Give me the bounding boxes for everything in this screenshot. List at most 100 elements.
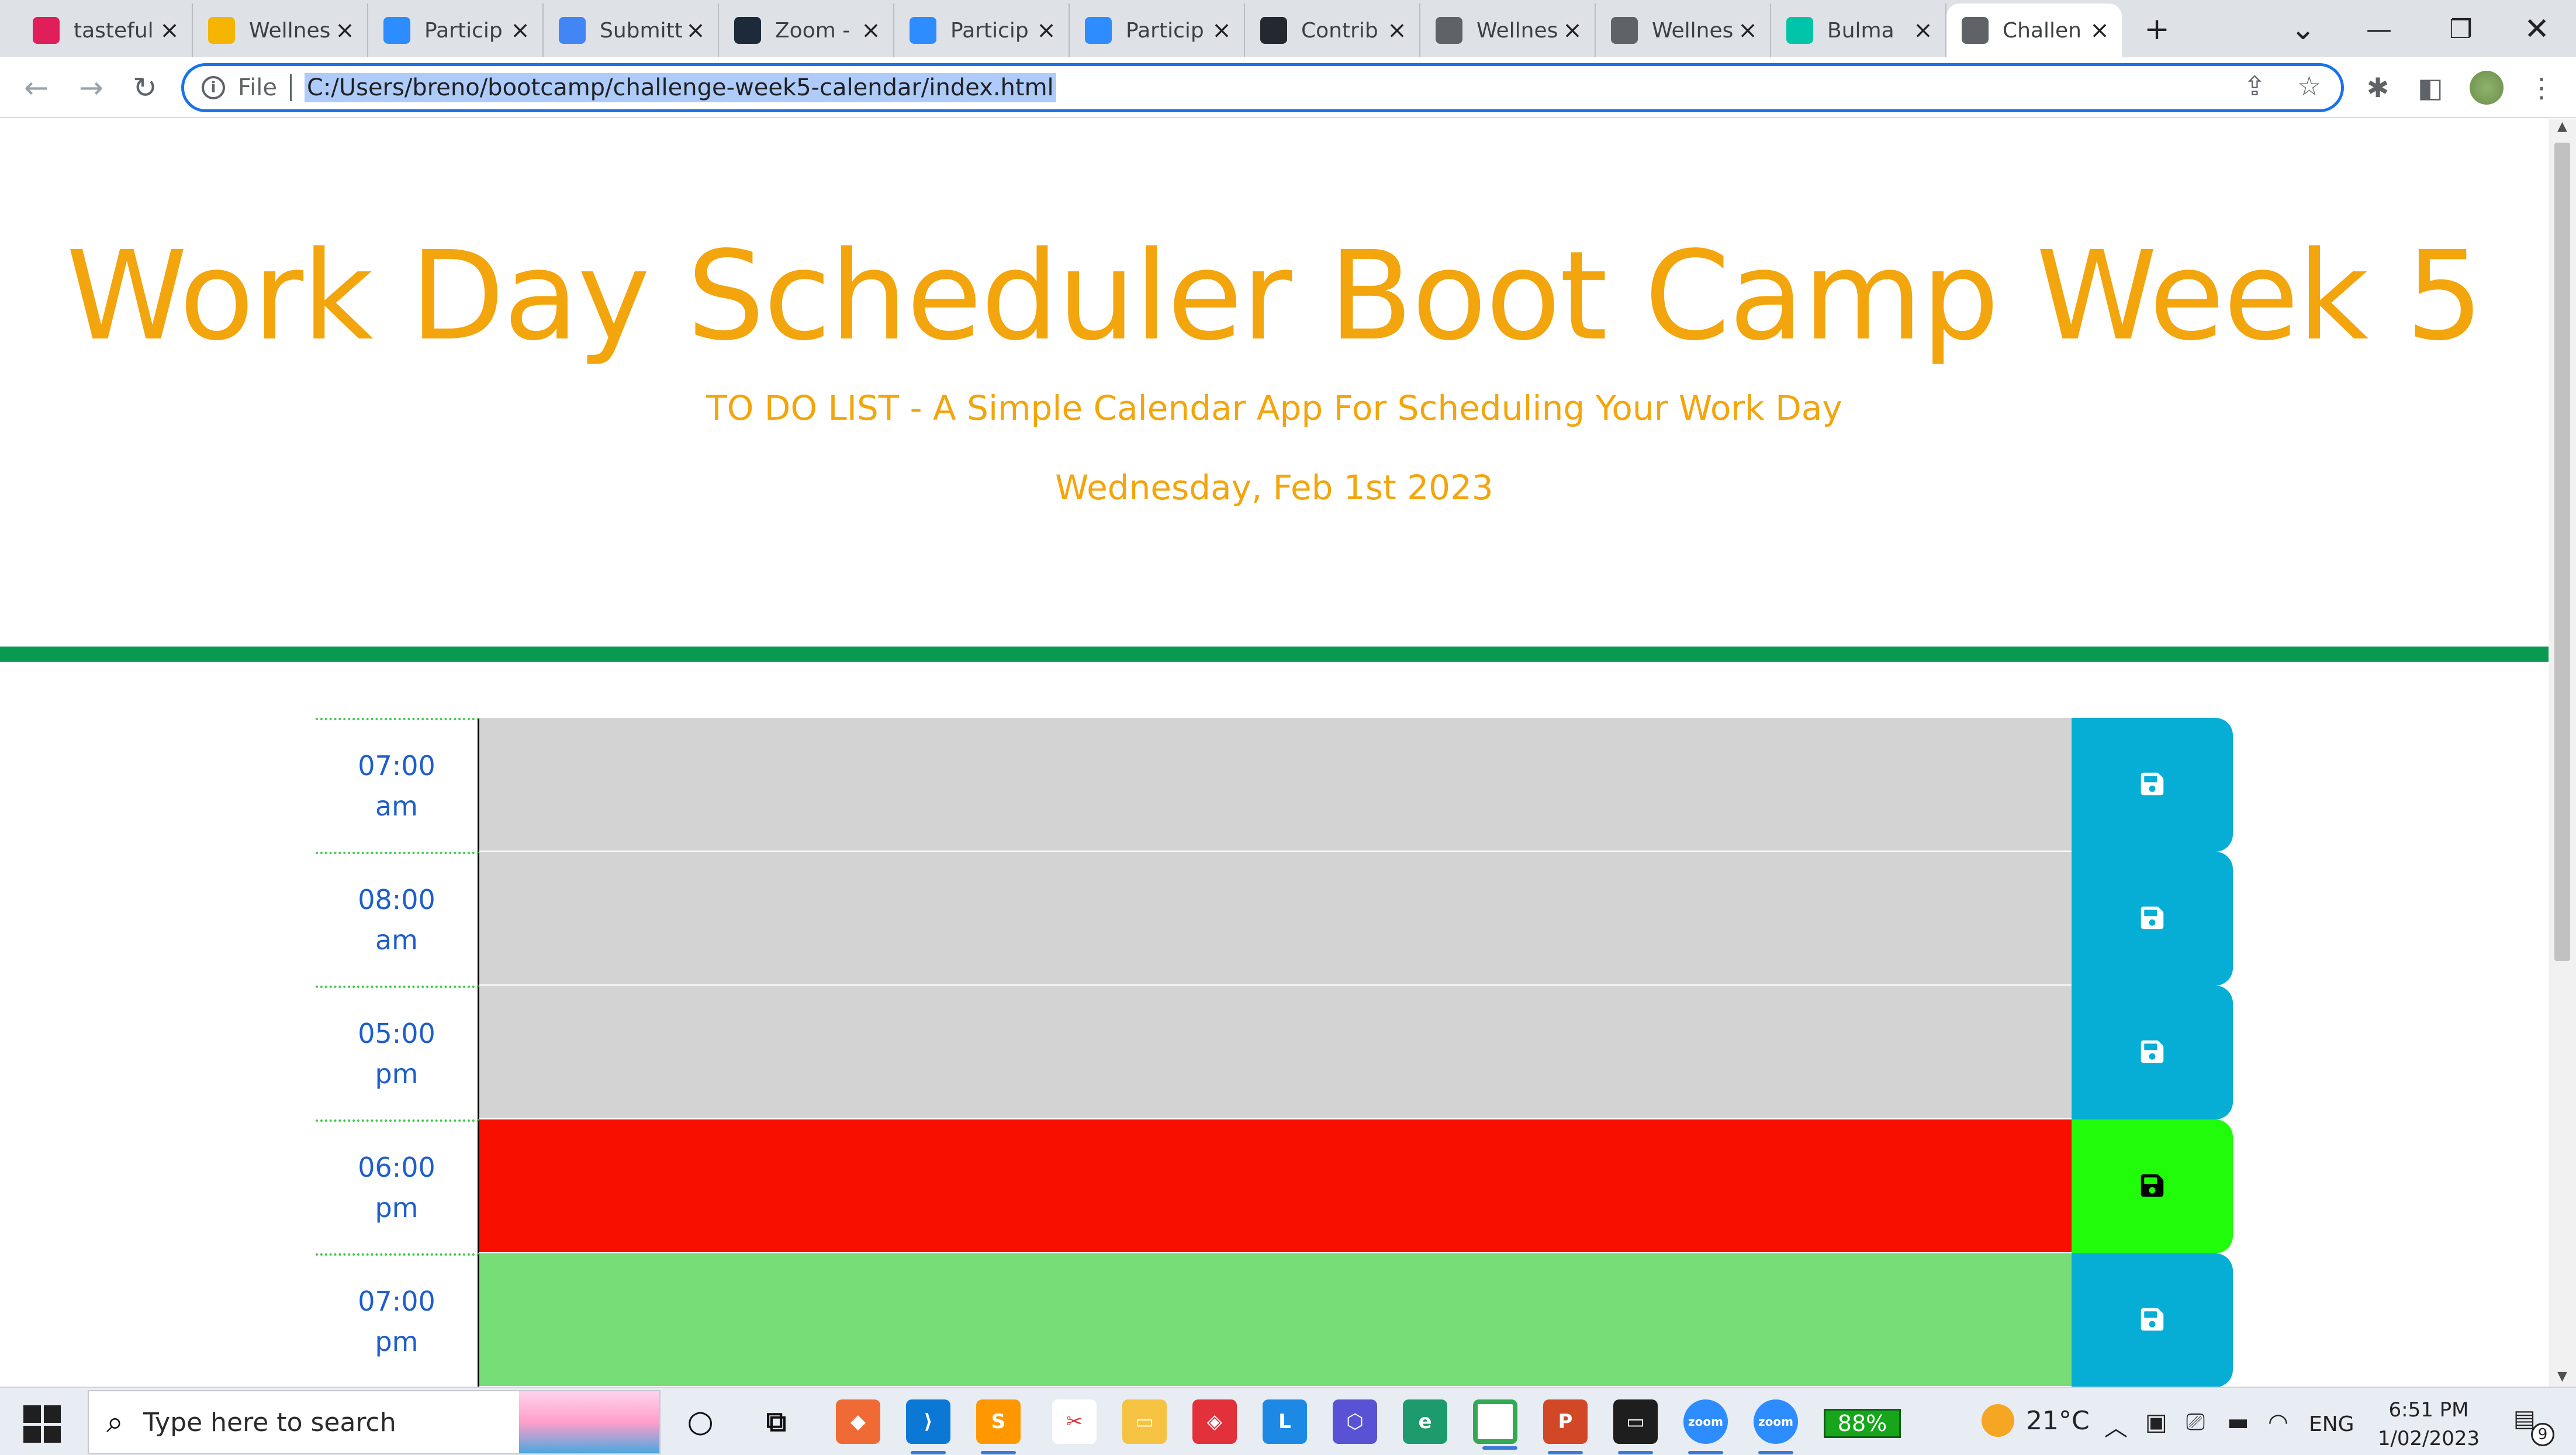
close-tab-icon[interactable]: × [158, 17, 181, 44]
close-tab-icon[interactable]: × [2088, 17, 2111, 44]
new-tab-button[interactable]: + [2134, 6, 2180, 53]
save-button[interactable] [2072, 1253, 2233, 1387]
vertical-scrollbar[interactable]: ▲ ▼ [2549, 119, 2576, 1387]
menu-kebab-icon[interactable]: ⋮ [2523, 69, 2560, 106]
browser-tab[interactable]: Particip × [1070, 4, 1245, 57]
git-icon[interactable]: ◆ [836, 1399, 880, 1444]
close-tab-icon[interactable]: × [684, 17, 707, 44]
save-floppy-icon [2139, 771, 2165, 799]
page-viewport: Work Day Scheduler Boot Camp Week 5 TO D… [0, 119, 2549, 1387]
close-window-button[interactable]: ✕ [2513, 6, 2560, 53]
time-block-container: 07:00 am 08:00 am 05:00 pm 06:00 pm 07:00 pm [316, 718, 2233, 1387]
taskbar-search[interactable]: ⌕ Type here to search [88, 1390, 661, 1454]
lens-icon[interactable]: L [1263, 1399, 1307, 1444]
browser-tab[interactable]: tasteful × [18, 4, 193, 57]
extensions-icon[interactable]: ✱ [2359, 69, 2397, 106]
zoom-icon [383, 17, 410, 44]
windows-start-button[interactable] [23, 1405, 61, 1443]
scrollbar-thumb[interactable] [2554, 143, 2570, 961]
zoom-app-icon-2[interactable]: zoom [1754, 1399, 1798, 1454]
battery-icon[interactable]: ▬ [2227, 1409, 2249, 1436]
wifi-icon[interactable]: ◠ [2268, 1409, 2288, 1436]
task-view-icon[interactable]: ⧉ [754, 1399, 798, 1444]
save-button[interactable] [2072, 986, 2233, 1119]
notification-center-icon[interactable]: ▤ 9 [2513, 1405, 2554, 1446]
edge-icon[interactable]: e [1403, 1399, 1447, 1444]
save-floppy-icon [2139, 1039, 2165, 1066]
close-tab-icon[interactable]: × [1911, 17, 1935, 44]
globe-icon [1436, 17, 1462, 44]
browser-tab[interactable]: Particip × [894, 4, 1070, 57]
scroll-down-arrow[interactable]: ▼ [2554, 1369, 2570, 1387]
url-text[interactable]: C:/Users/breno/bootcamp/challenge-week5-… [304, 73, 1056, 102]
meet-now-icon[interactable]: ▣ [2145, 1409, 2167, 1436]
sublime-icon[interactable]: S [976, 1399, 1021, 1454]
chrome-icon[interactable] [1473, 1399, 1517, 1450]
side-panel-icon[interactable]: ◧ [2412, 69, 2449, 106]
cortana-icon[interactable]: ○ [678, 1399, 722, 1444]
vscode-icon[interactable]: ⟩ [906, 1399, 950, 1454]
browser-tab[interactable]: Bulma × [1771, 4, 1946, 57]
close-tab-icon[interactable]: × [1035, 17, 1058, 44]
browser-tab[interactable]: Wellnes × [1420, 4, 1596, 57]
save-button[interactable] [2072, 1119, 2233, 1253]
forward-button[interactable]: → [69, 65, 113, 110]
browser-tab[interactable]: Submitt × [544, 4, 719, 57]
event-description-input[interactable] [479, 1119, 2072, 1253]
site-info-icon[interactable]: i [202, 76, 225, 99]
show-hidden-icons-chevron-icon[interactable]: ︿ [2104, 1409, 2128, 1443]
weather-widget[interactable]: 21°C [1982, 1404, 2090, 1437]
save-button[interactable] [2072, 718, 2233, 852]
zoom-app-icon[interactable]: zoom [1683, 1399, 1728, 1454]
hour-period: pm [375, 1057, 419, 1090]
event-description-input[interactable] [479, 986, 2072, 1119]
close-tab-icon[interactable]: × [1385, 17, 1409, 44]
page-subtitle: TO DO LIST - A Simple Calendar App For S… [706, 388, 1842, 428]
browser-tab[interactable]: Zoom - × [719, 4, 894, 57]
language-indicator[interactable]: ENG [2309, 1412, 2354, 1436]
share-icon[interactable]: ⇪ [2243, 70, 2266, 102]
jumbotron-header: Work Day Scheduler Boot Camp Week 5 TO D… [0, 119, 2549, 649]
tab-search-icon[interactable]: ⌄ [2280, 6, 2326, 53]
hour-label: 07:00 pm [316, 1253, 479, 1387]
close-tab-icon[interactable]: × [333, 17, 357, 44]
battery-indicator[interactable]: 88% [1824, 1409, 1901, 1438]
close-tab-icon[interactable]: × [1561, 17, 1584, 44]
browser-tab-title: Particip [1126, 18, 1204, 43]
browser-tab[interactable]: Wellnes × [193, 4, 368, 57]
close-tab-icon[interactable]: × [1210, 17, 1233, 44]
docs-icon [559, 17, 586, 44]
taskbar-clock[interactable]: 6:51 PM 1/02/2023 [2370, 1396, 2487, 1454]
close-tab-icon[interactable]: × [859, 17, 883, 44]
event-description-input[interactable] [479, 718, 2072, 852]
back-button[interactable]: ← [14, 65, 58, 110]
reload-button[interactable]: ↻ [123, 65, 167, 110]
save-button[interactable] [2072, 852, 2233, 986]
browser-tab[interactable]: Challen × [1946, 4, 2122, 57]
event-description-input[interactable] [479, 1253, 2072, 1387]
terminal-icon[interactable]: ▭ [1613, 1399, 1658, 1454]
close-tab-icon[interactable]: × [509, 17, 532, 44]
hour-time: 05:00 [358, 1017, 435, 1049]
snipping-tool-icon[interactable]: ✂ [1052, 1399, 1097, 1444]
address-bar[interactable]: i File C:/Users/breno/bootcamp/challenge… [181, 63, 2344, 112]
browser-tab-title: Contrib [1301, 18, 1378, 43]
restore-button[interactable]: ❐ [2437, 6, 2484, 53]
clock-date: 1/02/2023 [2377, 1427, 2480, 1451]
teams-icon[interactable]: ⬡ [1333, 1399, 1377, 1444]
scroll-up-arrow[interactable]: ▲ [2554, 119, 2570, 137]
browser-tab[interactable]: Wellnes × [1596, 4, 1771, 57]
zoom-icon [1085, 17, 1112, 44]
bookmark-star-icon[interactable]: ☆ [2297, 70, 2321, 102]
file-explorer-icon[interactable]: ▭ [1122, 1399, 1167, 1444]
display-icon[interactable]: ⎚ [2186, 1409, 2205, 1436]
close-tab-icon[interactable]: × [1736, 17, 1759, 44]
brave-icon[interactable]: ◈ [1192, 1399, 1237, 1444]
browser-tab[interactable]: Particip × [368, 4, 544, 57]
minimize-button[interactable]: — [2356, 6, 2402, 53]
browser-tab[interactable]: Contrib × [1245, 4, 1420, 57]
profile-avatar[interactable] [2468, 69, 2505, 106]
event-description-input[interactable] [479, 852, 2072, 986]
powerpoint-icon[interactable]: P [1543, 1399, 1588, 1454]
taskbar-search-placeholder: Type here to search [143, 1407, 396, 1437]
